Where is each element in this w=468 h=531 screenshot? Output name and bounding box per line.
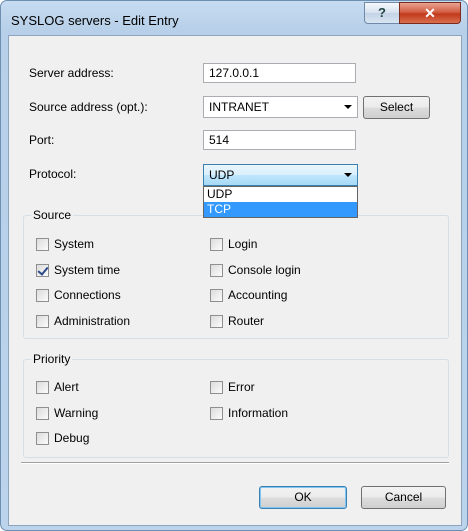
checkbox-router[interactable] — [210, 315, 223, 328]
help-button[interactable]: ? — [364, 2, 400, 24]
dialog-window: SYSLOG servers - Edit Entry ? ✕ Server a… — [0, 0, 468, 531]
dialog-client: Server address: 127.0.0.1 Source address… — [8, 35, 462, 526]
checkbox-label-debug: Debug — [54, 431, 90, 445]
checkbox-label-warning: Warning — [54, 406, 99, 420]
source-address-value: INTRANET — [209, 100, 269, 114]
checkbox-warning[interactable] — [36, 407, 49, 420]
checkbox-login[interactable] — [210, 238, 223, 251]
checkbox-alert[interactable] — [36, 381, 49, 394]
port-field[interactable]: 514 — [203, 130, 356, 150]
checkbox-connections[interactable] — [36, 289, 49, 302]
checkbox-label-system-time: System time — [54, 263, 121, 277]
close-button[interactable]: ✕ — [399, 2, 461, 24]
checkbox-label-router: Router — [228, 314, 265, 328]
priority-group-title: Priority — [31, 352, 73, 366]
source-group-title: Source — [31, 208, 74, 222]
protocol-dropdown-list: UDP TCP — [203, 186, 358, 218]
checkbox-system-time[interactable] — [36, 264, 49, 277]
checkbox-administration[interactable] — [36, 315, 49, 328]
checkbox-label-information: Information — [228, 406, 289, 420]
checkbox-label-error: Error — [228, 380, 255, 394]
checkbox-label-administration: Administration — [54, 314, 131, 328]
port-label: Port: — [29, 133, 55, 147]
cancel-button[interactable]: Cancel — [361, 486, 446, 509]
chevron-down-icon — [344, 173, 352, 177]
protocol-combo[interactable]: UDP — [203, 164, 358, 186]
checkbox-label-console-login: Console login — [228, 263, 301, 277]
checkbox-label-accounting: Accounting — [228, 288, 288, 302]
divider — [21, 462, 449, 464]
protocol-label: Protocol: — [29, 167, 77, 181]
source-address-label: Source address (opt.): — [29, 100, 148, 114]
checkbox-accounting[interactable] — [210, 289, 223, 302]
checkbox-system[interactable] — [36, 238, 49, 251]
checkbox-label-login: Login — [228, 237, 258, 251]
checkbox-error[interactable] — [210, 381, 223, 394]
help-icon: ? — [378, 5, 386, 20]
protocol-value: UDP — [209, 168, 235, 182]
checkbox-information[interactable] — [210, 407, 223, 420]
chevron-down-icon — [344, 105, 352, 109]
server-address-field[interactable]: 127.0.0.1 — [203, 63, 356, 83]
dropdown-option-udp[interactable]: UDP — [204, 187, 357, 202]
checkbox-debug[interactable] — [36, 432, 49, 445]
checkbox-console-login[interactable] — [210, 264, 223, 277]
close-icon: ✕ — [424, 5, 436, 21]
source-address-combo[interactable]: INTRANET — [203, 96, 358, 118]
checkbox-label-alert: Alert — [54, 380, 79, 394]
window-title: SYSLOG servers - Edit Entry — [11, 13, 179, 28]
checkbox-label-connections: Connections — [54, 288, 121, 302]
select-button[interactable]: Select — [363, 96, 430, 119]
dropdown-option-tcp[interactable]: TCP — [204, 202, 357, 217]
server-address-label: Server address: — [29, 66, 114, 80]
title-bar[interactable]: SYSLOG servers - Edit Entry ? ✕ — [1, 1, 467, 35]
ok-button[interactable]: OK — [259, 486, 347, 509]
checkbox-label-system: System — [54, 237, 95, 251]
